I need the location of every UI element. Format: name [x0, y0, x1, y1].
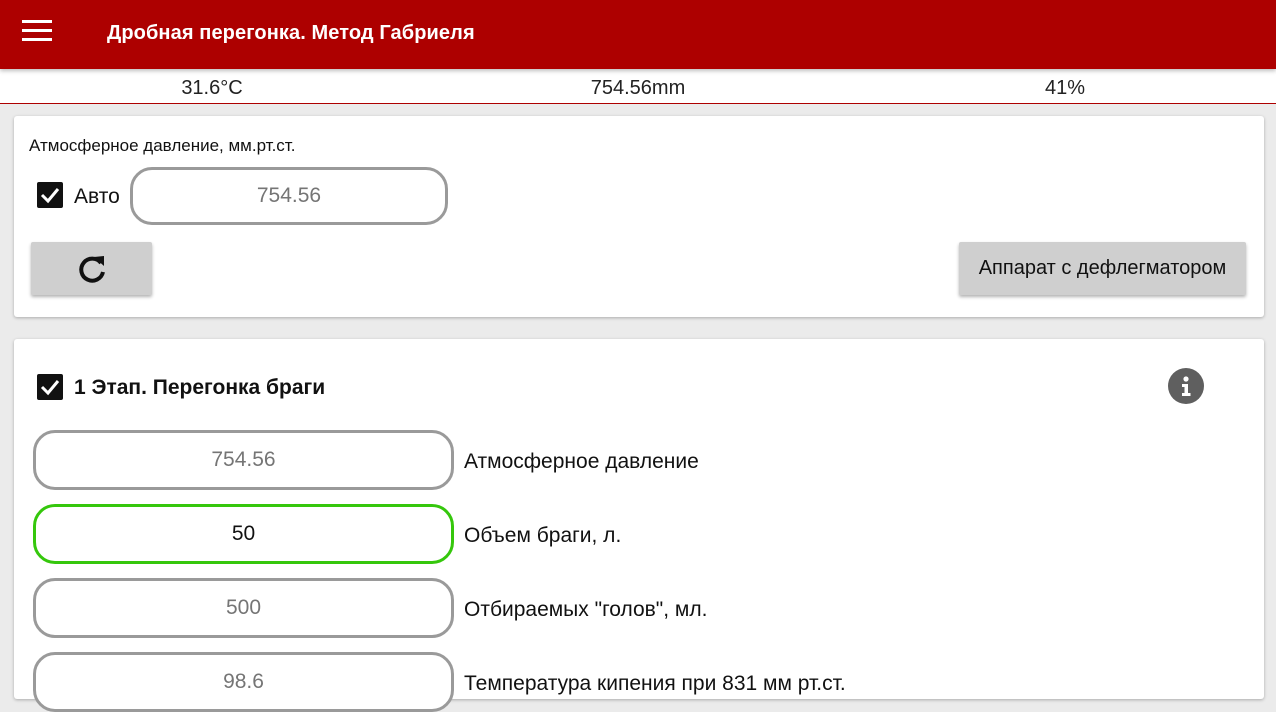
temperature-readout: 31.6°C [181, 77, 243, 99]
stage1-pressure-label: Атмосферное давление [464, 450, 699, 473]
checkmark-icon [40, 188, 60, 204]
apparatus-button[interactable]: Аппарат с дефлегматором [959, 242, 1246, 295]
hamburger-menu-icon[interactable] [22, 20, 60, 48]
auto-checkbox[interactable] [37, 182, 63, 208]
info-icon [1182, 376, 1191, 396]
heads-volume-label: Отбираемых "голов", мл. [464, 598, 708, 621]
boiling-temperature-label: Температура кипения при 831 мм рт.ст. [464, 672, 846, 695]
humidity-readout: 41% [1044, 77, 1086, 99]
boiling-temperature-input[interactable] [33, 652, 454, 712]
checkmark-icon [40, 380, 60, 396]
pressure-card: Атмосферное давление, мм.рт.ст. Авто Апп… [14, 116, 1264, 317]
heads-volume-input[interactable] [33, 578, 454, 638]
info-button[interactable] [1168, 368, 1204, 404]
stage1-pressure-input[interactable] [33, 430, 454, 490]
page-title: Дробная перегонка. Метод Габриеля [107, 22, 475, 44]
stage1-checkbox[interactable] [37, 374, 63, 400]
pressure-readout: 754.56mm [590, 77, 686, 99]
refresh-button[interactable] [31, 242, 152, 295]
pressure-card-title: Атмосферное давление, мм.рт.ст. [29, 136, 296, 155]
mash-volume-label: Объем браги, л. [464, 524, 622, 547]
app-bar: Дробная перегонка. Метод Габриеля [0, 0, 1276, 69]
auto-label: Авто [74, 185, 120, 208]
stage1-card: 1 Этап. Перегонка браги Атмосферное давл… [14, 339, 1264, 712]
mash-volume-input[interactable]: 50 [33, 504, 454, 564]
refresh-icon [78, 255, 105, 283]
stage1-title: 1 Этап. Перегонка браги [74, 376, 326, 399]
pressure-input[interactable] [130, 167, 448, 225]
